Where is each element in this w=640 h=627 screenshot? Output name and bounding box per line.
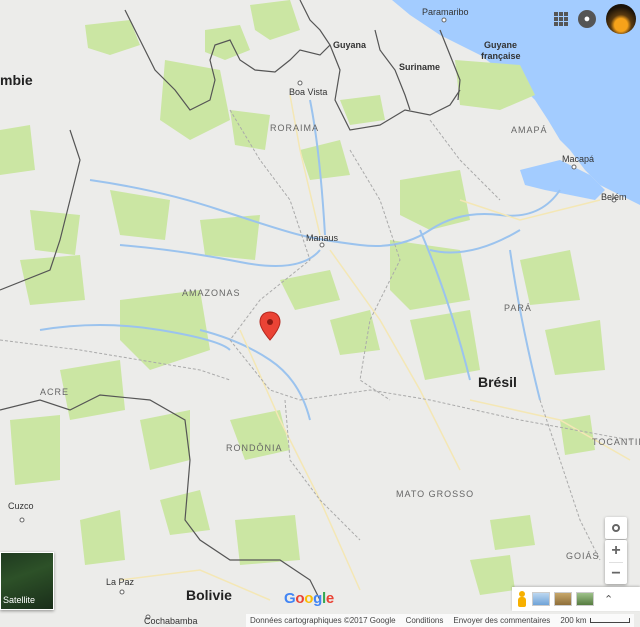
scale-indicator[interactable]: 200 km <box>560 616 630 625</box>
city-label-macapa: Macapá <box>562 154 595 164</box>
country-label-guyane-line2: française <box>481 51 521 61</box>
expand-icon[interactable]: ⌃ <box>604 593 613 606</box>
satellite-label: Satellite <box>3 595 36 605</box>
country-label-guyana: Guyana <box>333 40 367 50</box>
terms-link[interactable]: Conditions <box>406 616 444 625</box>
state-label-amazonas: AMAZONAS <box>182 288 241 298</box>
imagery-thumb-terrain[interactable] <box>554 592 572 606</box>
map-attribution: Données cartographiques ©2017 Google Con… <box>246 614 634 627</box>
country-label-bolivie: Bolivie <box>186 587 232 603</box>
scale-label: 200 km <box>560 616 587 625</box>
scale-bar <box>589 618 630 624</box>
zoom-control: + − <box>605 540 627 584</box>
city-label-cuzco: Cuzco <box>8 501 34 511</box>
my-location-icon <box>612 524 620 532</box>
zoom-in-button[interactable]: + <box>605 540 627 562</box>
city-label-boa-vista: Boa Vista <box>289 87 328 97</box>
imagery-thumb-sky[interactable] <box>532 592 550 606</box>
user-avatar[interactable] <box>606 4 636 34</box>
pegman-icon[interactable] <box>516 591 528 607</box>
state-label-acre: ACRE <box>40 387 70 397</box>
state-label-para: PARÁ <box>504 303 532 313</box>
country-label-suriname: Suriname <box>399 62 441 72</box>
imagery-strip: ⌃ <box>512 587 640 611</box>
state-label-roraima: RORAIMA <box>270 123 320 133</box>
apps-grid-icon[interactable] <box>554 12 568 26</box>
country-label-guyane-line1: Guyane <box>484 40 518 50</box>
zoom-out-button[interactable]: − <box>605 563 627 585</box>
state-label-rondonia: RONDÔNIA <box>226 443 283 453</box>
city-label-belem: Belém <box>601 192 627 202</box>
imagery-thumb-forest[interactable] <box>576 592 594 606</box>
google-logo: Google <box>284 590 334 607</box>
state-label-goias: GOIÁS <box>566 551 600 561</box>
my-location-button[interactable] <box>605 517 627 539</box>
country-label-colombia: mbie <box>0 72 33 88</box>
feedback-link[interactable]: Envoyer des commentaires <box>453 616 550 625</box>
state-label-mato-grosso: MATO GROSSO <box>396 489 475 499</box>
city-label-cochabamba: Cochabamba <box>144 616 198 626</box>
account-toolbar: ● <box>554 4 636 34</box>
satellite-layer-toggle[interactable]: Satellite <box>0 552 54 610</box>
map-data-credit: Données cartographiques ©2017 Google <box>250 616 396 625</box>
notifications-bell-icon[interactable]: ● <box>578 10 596 28</box>
marker-dot <box>267 319 273 325</box>
city-label-paramaribo: Paramaribo <box>422 7 469 17</box>
country-label-bresil: Brésil <box>478 374 517 390</box>
state-label-tocantins: TOCANTIN <box>592 437 640 447</box>
city-label-manaus: Manaus <box>306 233 339 243</box>
state-label-amapa: AMAPÁ <box>511 125 548 135</box>
city-label-la-paz: La Paz <box>106 577 135 587</box>
